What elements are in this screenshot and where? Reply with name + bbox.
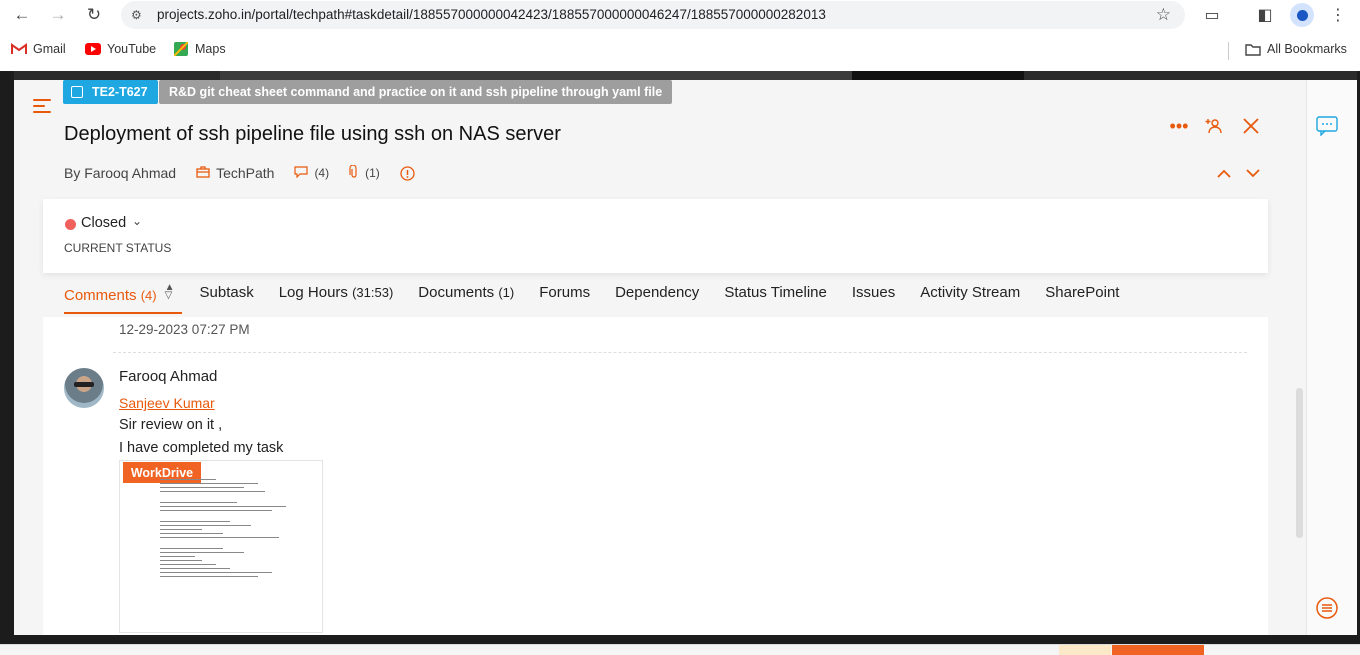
chevron-down-icon[interactable]: ⌄ (132, 214, 142, 228)
parent-task-link[interactable]: R&D git cheat sheet command and practice… (159, 80, 673, 104)
site-info-icon[interactable]: ⚙ (131, 8, 142, 22)
task-title[interactable]: Deployment of ssh pipeline file using ss… (64, 123, 561, 146)
tab-documents[interactable]: Documents (1) (418, 284, 514, 314)
task-tabs: Comments (4)▲ ▽ Subtask Log Hours (31:53)… (64, 283, 1144, 314)
back-icon[interactable]: ← (10, 4, 34, 26)
url-text[interactable]: projects.zoho.in/portal/techpath#taskdet… (157, 7, 826, 22)
avatar[interactable] (64, 368, 104, 408)
comment-text-line: Sir review on it , (119, 417, 223, 433)
more-options-icon[interactable]: ••• (1167, 114, 1191, 138)
attachments-count[interactable]: (1) (349, 163, 380, 182)
status-card: Closed ⌄ CURRENT STATUS (43, 199, 1268, 273)
list-menu-icon[interactable] (1315, 596, 1339, 620)
project-link[interactable]: TechPath (196, 165, 274, 181)
task-detail-panel: TE2-T627 R&D git cheat sheet command and… (14, 80, 1306, 635)
briefcase-icon (196, 165, 210, 181)
bookmark-star-icon[interactable]: ☆ (1156, 5, 1171, 25)
status-value[interactable]: Closed (81, 215, 126, 231)
close-icon[interactable] (1239, 114, 1263, 138)
status-dot (65, 219, 76, 230)
comment-timestamp: 12-29-2023 07:27 PM (119, 322, 250, 337)
tab-subtask[interactable]: Subtask (200, 284, 254, 314)
bookmark-label: Maps (195, 42, 226, 56)
all-bookmarks[interactable]: All Bookmarks (1245, 42, 1347, 56)
previous-task-icon[interactable] (1214, 164, 1234, 182)
next-task-icon[interactable] (1243, 164, 1263, 182)
backdrop-strip (0, 71, 1360, 80)
task-author[interactable]: By Farooq Ahmad (64, 165, 176, 181)
bookmark-youtube[interactable]: YouTube (85, 42, 156, 56)
info-icon[interactable] (400, 165, 415, 181)
browser-menu-icon[interactable]: ⋮ (1326, 4, 1350, 26)
comment-icon (294, 165, 309, 181)
comment-author[interactable]: Farooq Ahmad (119, 368, 217, 385)
gmail-icon (11, 42, 27, 56)
browser-toolbar: ← → ↻ ⚙ projects.zoho.in/portal/techpath… (0, 0, 1360, 31)
project-name: TechPath (216, 165, 275, 181)
bookmark-label: YouTube (107, 42, 157, 56)
code-preview (160, 479, 300, 580)
tab-issues[interactable]: Issues (852, 284, 895, 314)
attachment-icon (349, 163, 359, 182)
comment-divider (113, 352, 1247, 353)
forward-icon[interactable]: → (46, 4, 70, 26)
task-meta: By Farooq Ahmad TechPath (4) (1) (64, 163, 435, 182)
add-follower-icon[interactable] (1202, 114, 1226, 138)
side-panel-icon[interactable]: ◧ (1253, 4, 1277, 26)
task-id-badge[interactable]: TE2-T627 (63, 80, 158, 104)
comment-text-line: I have completed my task (119, 440, 284, 456)
sort-icon[interactable]: ▲ ▽ (165, 283, 175, 301)
bookmark-label: Gmail (33, 42, 66, 56)
right-sidebar (1306, 80, 1357, 635)
extensions-icon[interactable]: ▭ (1200, 4, 1224, 26)
attachment-thumbnail[interactable]: WorkDrive (119, 460, 323, 633)
bookmarks-bar: Gmail YouTube Maps All Bookmarks (0, 38, 1360, 64)
bottom-chat-bar (0, 644, 1360, 655)
backdrop-left (0, 71, 14, 655)
comments-count-text: (4) (314, 166, 330, 180)
tab-forums[interactable]: Forums (539, 284, 590, 314)
attachments-count-text: (1) (365, 166, 380, 180)
parent-task-title: R&D git cheat sheet command and practice… (169, 85, 663, 99)
menu-icon[interactable] (33, 99, 51, 117)
task-icon (71, 86, 83, 98)
bookmarks-divider (1228, 42, 1229, 60)
folder-icon (1245, 42, 1261, 56)
tab-comments[interactable]: Comments (4)▲ ▽ (64, 283, 182, 314)
maps-icon (173, 42, 189, 56)
task-id-text: TE2-T627 (92, 85, 148, 99)
scrollbar[interactable] (1296, 388, 1303, 538)
youtube-icon (85, 42, 101, 56)
tab-status-timeline[interactable]: Status Timeline (724, 284, 827, 314)
status-label: CURRENT STATUS (64, 241, 172, 255)
reload-icon[interactable]: ↻ (82, 4, 106, 26)
tab-dependency[interactable]: Dependency (615, 284, 699, 314)
comments-list: 12-29-2023 07:27 PM Farooq Ahmad Sanjeev… (43, 317, 1268, 635)
tab-sharepoint[interactable]: SharePoint (1045, 284, 1119, 314)
tab-log-hours[interactable]: Log Hours (31:53) (279, 284, 394, 314)
comments-count[interactable]: (4) (294, 165, 330, 181)
profile-avatar[interactable] (1290, 3, 1314, 27)
tab-activity-stream[interactable]: Activity Stream (920, 284, 1020, 314)
address-bar[interactable]: ⚙ projects.zoho.in/portal/techpath#taskd… (121, 1, 1185, 29)
all-bookmarks-label: All Bookmarks (1267, 42, 1347, 56)
feedback-icon[interactable] (1315, 114, 1339, 138)
mention-link[interactable]: Sanjeev Kumar (119, 395, 215, 411)
bookmark-gmail[interactable]: Gmail (11, 42, 66, 56)
bookmark-maps[interactable]: Maps (173, 42, 226, 56)
